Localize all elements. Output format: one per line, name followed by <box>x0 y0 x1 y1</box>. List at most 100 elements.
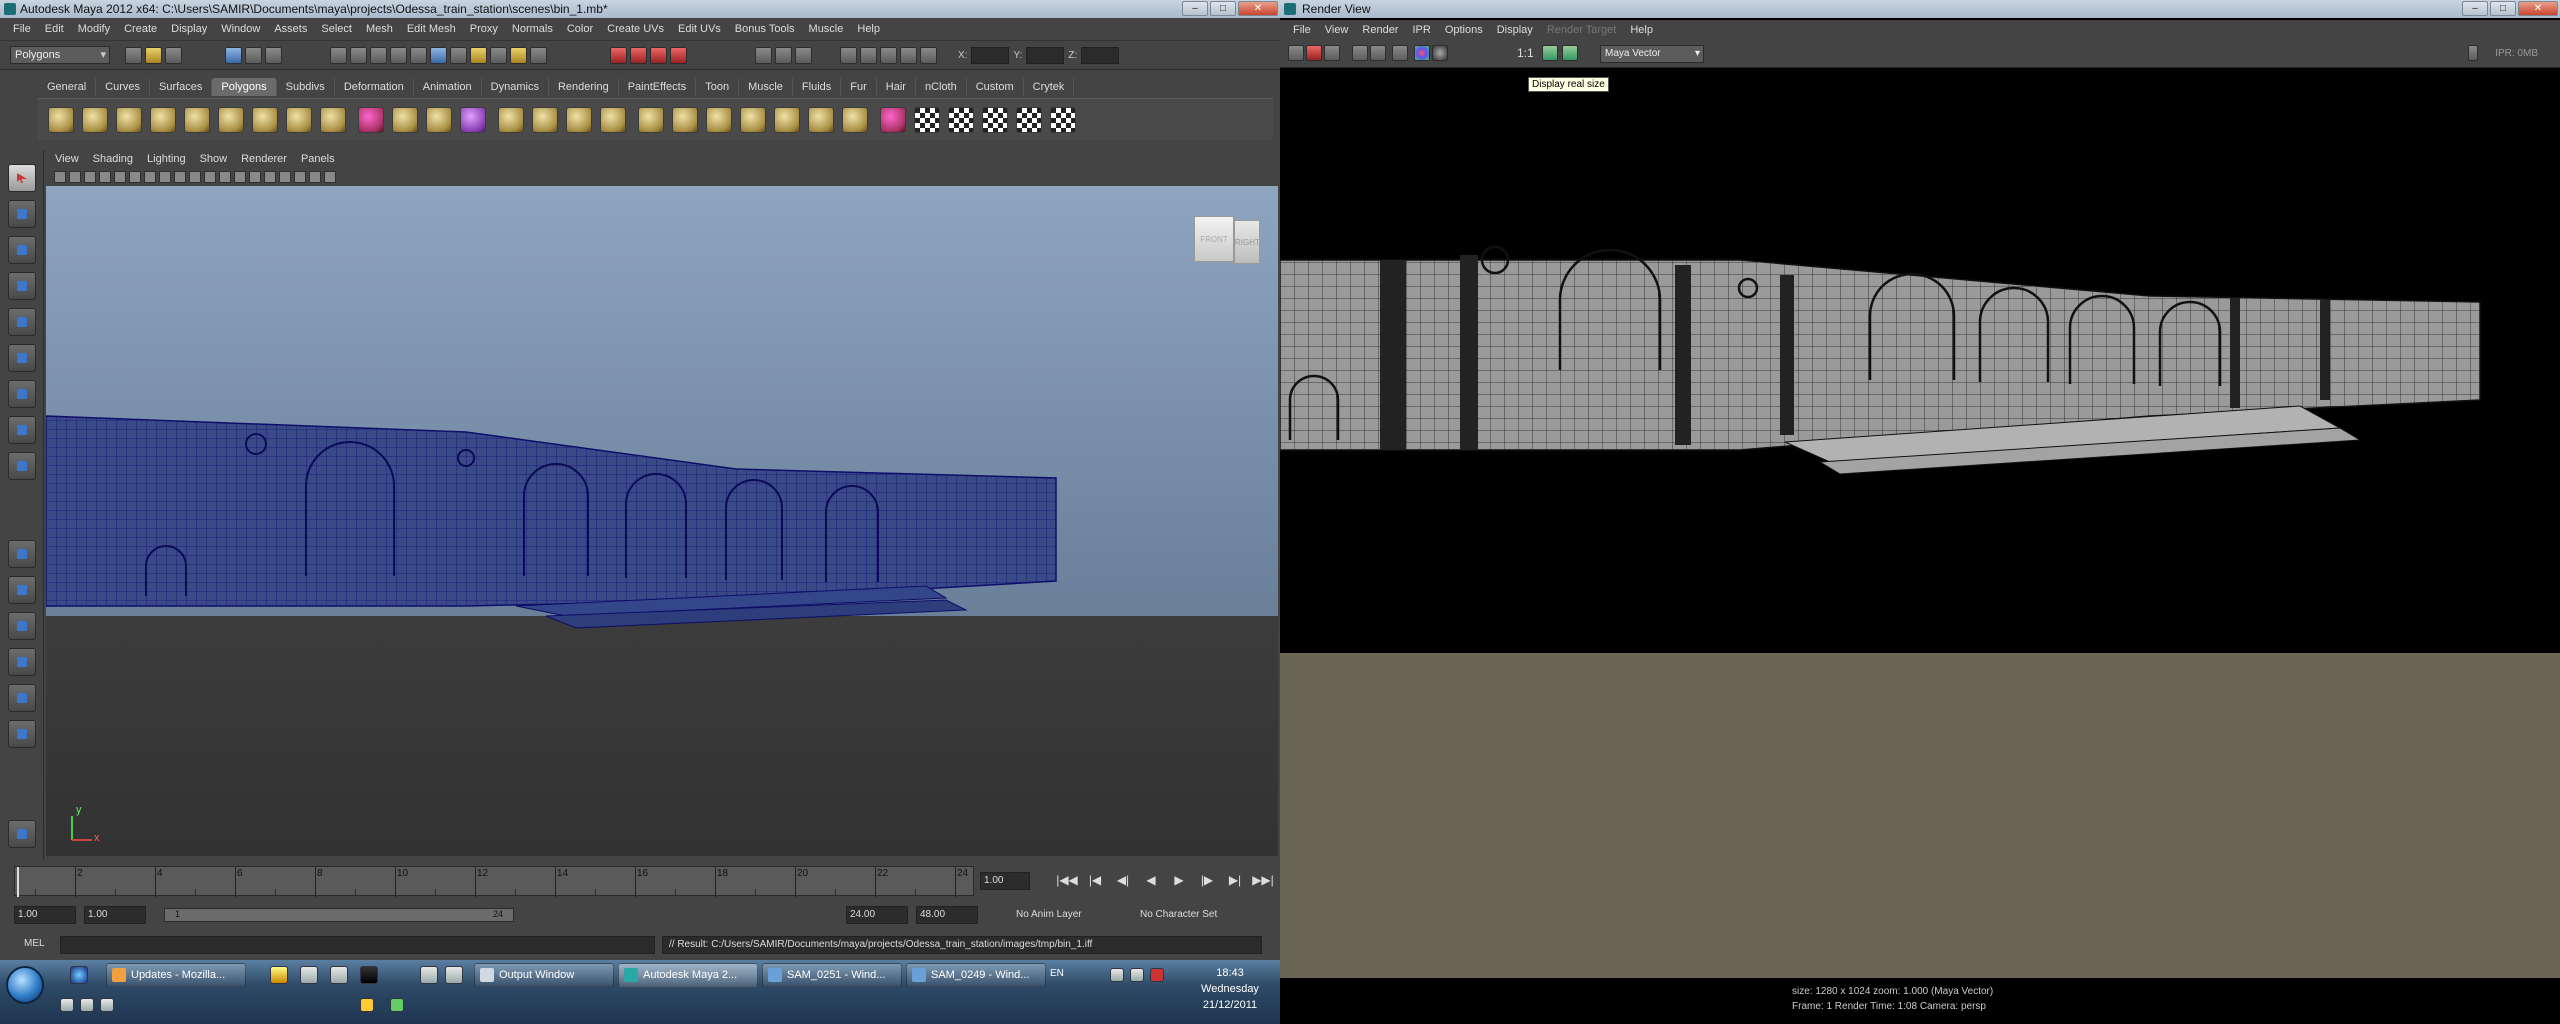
playback-end-field[interactable]: 24.00 <box>846 906 908 924</box>
panel-menu-lighting[interactable]: Lighting <box>140 150 193 168</box>
append-polygon-icon[interactable] <box>566 107 592 133</box>
select-object-icon[interactable] <box>245 47 262 64</box>
safe-title-icon[interactable] <box>174 171 186 183</box>
input-output-icon[interactable] <box>450 47 467 64</box>
z-field[interactable] <box>1081 47 1120 64</box>
isolate-select-icon[interactable] <box>294 171 306 183</box>
xray-icon[interactable] <box>234 171 246 183</box>
bevel-icon[interactable] <box>706 107 732 133</box>
menu-color[interactable]: Color <box>560 23 600 35</box>
automatic-mapping-icon[interactable] <box>1016 107 1042 133</box>
hypergraph-icon[interactable] <box>880 47 897 64</box>
snake-icon[interactable] <box>8 820 36 848</box>
extrude-icon[interactable] <box>498 107 524 133</box>
smooth-shade-icon[interactable] <box>204 171 216 183</box>
menu-normals[interactable]: Normals <box>505 23 560 35</box>
step-back-key-button[interactable]: ◀| <box>1112 873 1134 887</box>
shelf-tab-general[interactable]: General <box>38 78 97 96</box>
shelf-tab-deformation[interactable]: Deformation <box>335 78 414 96</box>
menu-display[interactable]: Display <box>164 23 214 35</box>
render-region-icon[interactable] <box>1306 45 1322 61</box>
shelf-tab-toon[interactable]: Toon <box>696 78 740 96</box>
four-view-layout-icon[interactable] <box>8 576 36 604</box>
xray-joints-icon[interactable] <box>309 171 321 183</box>
resolution-gate-icon[interactable] <box>129 171 141 183</box>
shelf-tab-curves[interactable]: Curves <box>96 78 150 96</box>
pause-ipr-icon[interactable] <box>2468 45 2478 61</box>
taskbar-output-window[interactable]: Output Window <box>474 963 614 987</box>
go-to-start-button[interactable]: |◀◀ <box>1056 873 1078 887</box>
select-tool-icon[interactable] <box>8 164 36 192</box>
menu-select[interactable]: Select <box>314 23 359 35</box>
rv-menu-file[interactable]: File <box>1286 24 1318 36</box>
animation-end-field[interactable]: 48.00 <box>916 906 978 924</box>
perspective-viewport[interactable]: FRONT RIGHT y x <box>46 186 1278 856</box>
persp-graph-layout-icon[interactable] <box>8 648 36 676</box>
shelf-tab-custom[interactable]: Custom <box>967 78 1024 96</box>
play-backwards-button[interactable]: ◀ <box>1140 873 1162 887</box>
magnet-icon[interactable] <box>530 47 547 64</box>
save-scene-icon[interactable] <box>165 47 182 64</box>
make-live-icon[interactable] <box>410 47 427 64</box>
close-button[interactable]: ✕ <box>1238 1 1278 16</box>
shelf-tab-hair[interactable]: Hair <box>877 78 916 96</box>
new-scene-icon[interactable] <box>125 47 142 64</box>
poly-cone-icon[interactable] <box>150 107 176 133</box>
menu-edit-uvs[interactable]: Edit UVs <box>671 23 728 35</box>
triangulate-icon[interactable] <box>808 107 834 133</box>
viewcube[interactable]: FRONT RIGHT <box>1194 216 1260 272</box>
go-to-end-button[interactable]: ▶▶| <box>1252 873 1274 887</box>
panel-menu-view[interactable]: View <box>48 150 86 168</box>
scale-tool-icon[interactable] <box>8 344 36 372</box>
wireframe-on-shaded-icon[interactable] <box>219 171 231 183</box>
poly-torus-icon[interactable] <box>218 107 244 133</box>
shelf-tab-dynamics[interactable]: Dynamics <box>482 78 549 96</box>
input-language[interactable]: EN <box>1050 968 1064 979</box>
open-scene-icon[interactable] <box>145 47 162 64</box>
tray-app-icon-4[interactable] <box>360 998 374 1012</box>
menu-mesh[interactable]: Mesh <box>359 23 400 35</box>
alpha-channel-icon[interactable] <box>1432 45 1448 61</box>
shelf-tab-ncloth[interactable]: nCloth <box>916 78 967 96</box>
start-button[interactable] <box>6 966 44 1004</box>
poly-sphere-icon[interactable] <box>48 107 74 133</box>
snap-curve-icon[interactable] <box>350 47 367 64</box>
insert-edge-loop-icon[interactable] <box>638 107 664 133</box>
outliner-icon[interactable] <box>840 47 857 64</box>
shelf-tab-fur[interactable]: Fur <box>841 78 877 96</box>
rv-menu-options[interactable]: Options <box>1438 24 1490 36</box>
viewcube-right-face[interactable]: RIGHT <box>1234 220 1260 264</box>
hypershade-icon[interactable] <box>670 47 687 64</box>
quadrangulate-icon[interactable] <box>842 107 868 133</box>
taskbar-photo-1[interactable]: SAM_0251 - Wind... <box>762 963 902 987</box>
render-settings-icon[interactable] <box>650 47 667 64</box>
time-slider[interactable]: 2 4 6 8 10 12 14 16 18 20 22 24 <box>14 866 974 897</box>
graph-editor-icon[interactable] <box>860 47 877 64</box>
shelf-tab-rendering[interactable]: Rendering <box>549 78 619 96</box>
persp-graph-hypergraph-layout-icon[interactable] <box>8 720 36 748</box>
move-tool-icon[interactable] <box>8 272 36 300</box>
menu-edit[interactable]: Edit <box>38 23 71 35</box>
show-desktop-icon[interactable] <box>300 966 318 984</box>
playback-start-field[interactable]: 1.00 <box>84 906 146 924</box>
menu-create[interactable]: Create <box>117 23 164 35</box>
hud-icon[interactable] <box>324 171 336 183</box>
smooth-icon[interactable] <box>460 107 486 133</box>
refresh-ipr-icon[interactable] <box>1370 45 1386 61</box>
uv-texture-editor-icon[interactable] <box>1050 107 1076 133</box>
panel-menu-panels[interactable]: Panels <box>294 150 342 168</box>
panel-menu-shading[interactable]: Shading <box>86 150 140 168</box>
calculator-icon[interactable] <box>330 966 348 984</box>
safe-action-icon[interactable] <box>159 171 171 183</box>
tray-app-icon-3[interactable] <box>100 998 114 1012</box>
remove-image-icon[interactable] <box>1562 45 1578 61</box>
render-view-close-button[interactable]: ✕ <box>2518 1 2558 16</box>
shelf-tab-polygons[interactable]: Polygons <box>212 78 277 96</box>
media-player-icon[interactable] <box>270 966 288 984</box>
maximize-button[interactable]: □ <box>1210 1 1236 16</box>
tray-app-icon-2[interactable] <box>80 998 94 1012</box>
history-icon[interactable] <box>430 47 447 64</box>
construction-history-icon[interactable] <box>470 47 487 64</box>
notepad-icon[interactable] <box>420 966 438 984</box>
textured-icon[interactable] <box>249 171 261 183</box>
